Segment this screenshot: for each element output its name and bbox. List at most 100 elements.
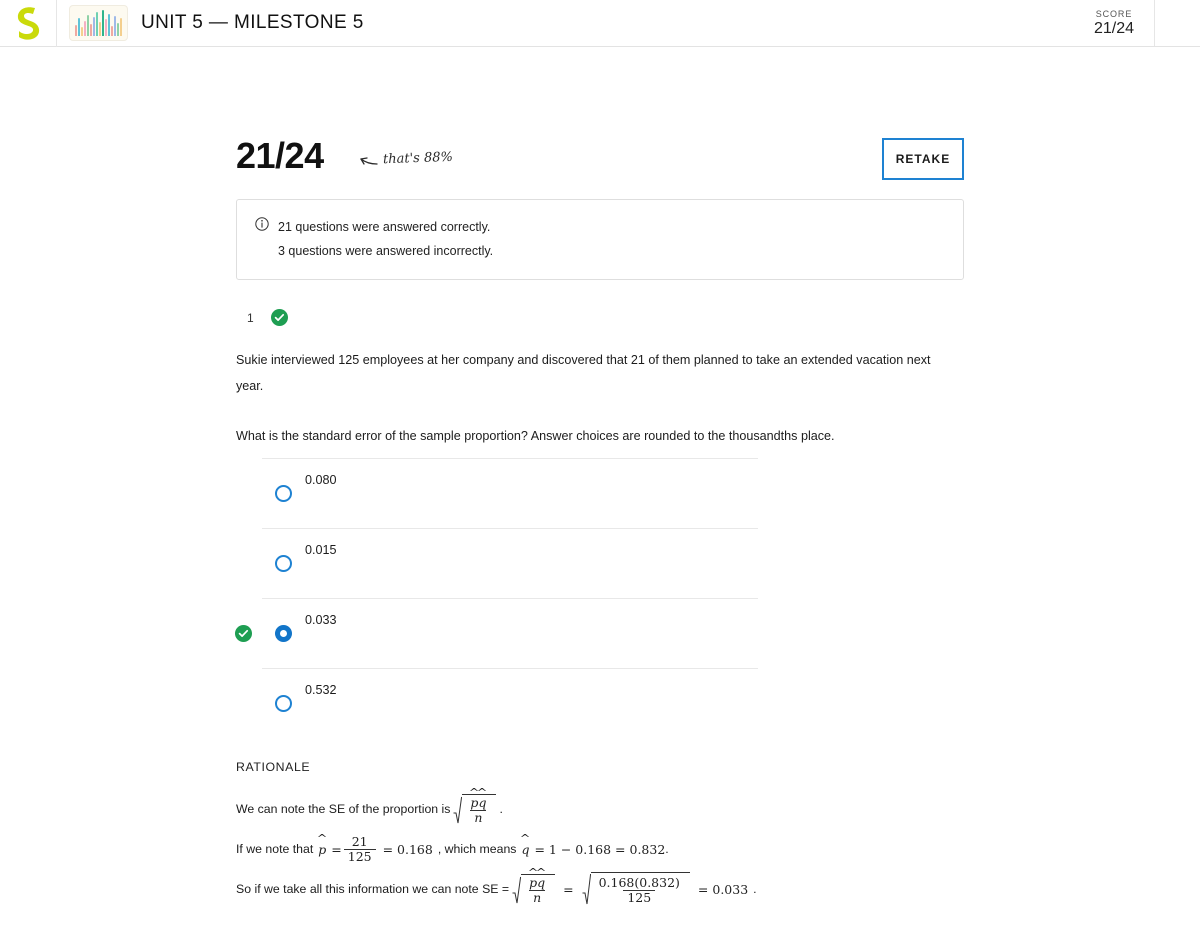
correct-answer-check-icon [235, 625, 252, 642]
fraction-denominator: 125 [343, 848, 376, 864]
thumb-bar [96, 12, 98, 36]
fraction-pq-n: pq n [466, 795, 490, 825]
question-paragraph-2: What is the standard error of the sample… [236, 429, 835, 443]
fraction-denominator: n [470, 809, 487, 825]
answer-choice-label: 0.532 [305, 683, 337, 697]
radical-glyph [453, 796, 463, 823]
rationale-heading: RATIONALE [236, 760, 311, 774]
q-hat-symbol: q [521, 842, 529, 857]
score-value: 21/24 [1093, 20, 1134, 37]
fraction-numerator: 0.168(0.832) [598, 874, 680, 890]
unit-thumbnail-icon [69, 5, 128, 41]
answer-choice-label: 0.080 [305, 473, 337, 487]
header-score: SCORE 21/24 [1094, 0, 1155, 46]
question-paragraph-1: Sukie interviewed 125 employees at her c… [236, 353, 931, 393]
rationale-p-value: = 0.168 [382, 841, 433, 857]
incorrect-count-line: 3 questions were answered incorrectly. [278, 244, 494, 258]
thumb-bar [111, 26, 113, 36]
info-circle-icon [255, 217, 269, 231]
fraction-pq-n: pq n [525, 875, 549, 905]
radicand: 0.168(0.832) 125 [590, 872, 690, 906]
fraction-denominator: n [529, 889, 546, 905]
thumb-bar [84, 21, 86, 36]
thumb-bar [87, 15, 89, 36]
rationale-line-1: We can note the SE of the proportion is … [236, 789, 956, 829]
thumb-bar [105, 19, 107, 36]
rationale-line-2-mid: , which means [437, 842, 517, 856]
rationale-line-3-pre: So if we take all this information we ca… [236, 882, 510, 896]
radical-glyph [512, 876, 522, 903]
answer-choice-option[interactable]: 0.080 [262, 458, 758, 528]
rationale-body: We can note the SE of the proportion is … [236, 789, 956, 909]
radio-button[interactable] [275, 555, 292, 572]
thumb-bar [99, 22, 101, 36]
answer-choice-list: 0.080 0.015 0.033 0.532 [235, 458, 758, 738]
curved-left-arrow-icon [360, 156, 378, 165]
sqrt-numeric: 0.168(0.832) 125 [582, 872, 690, 906]
question-number: 1 [247, 310, 254, 325]
radical-glyph [582, 873, 591, 905]
thumb-bar [90, 24, 92, 36]
page-title: UNIT 5 — MILESTONE 5 [141, 12, 364, 33]
thumb-bar [93, 17, 95, 36]
rationale-line-3-period: . [753, 882, 757, 896]
radio-button-selected[interactable] [275, 625, 292, 642]
radical-sign [453, 794, 463, 825]
question-header: 1 [247, 309, 288, 326]
fraction-numerator: 21 [351, 833, 368, 849]
check-glyph [274, 313, 284, 321]
check-glyph [238, 629, 249, 637]
q-hat-symbol: q [478, 795, 486, 810]
fraction-numerator: pq [466, 795, 490, 810]
rationale-line-3: So if we take all this information we ca… [236, 869, 956, 909]
info-text-block: 21 questions were answered correctly. 3 … [278, 215, 493, 263]
fraction-denominator: 125 [623, 889, 656, 905]
result-summary-row: 21/24 that's 88% RETAKE [236, 135, 964, 183]
sqrt-pq-over-n: pq n [453, 793, 497, 825]
thumb-bar [114, 16, 116, 36]
rationale-line-1-period: . [499, 802, 503, 816]
q-hat-symbol: q [537, 875, 545, 890]
thumb-bar [78, 18, 80, 36]
check-circle-icon [270, 309, 288, 326]
thumb-bar [81, 27, 83, 36]
answer-choice-option[interactable]: 0.015 [262, 528, 758, 598]
thumb-bar [75, 25, 77, 36]
answer-choice-label: 0.033 [305, 613, 337, 627]
brand-logo[interactable] [0, 0, 57, 47]
radicand: pq n [462, 793, 497, 825]
rationale-q-value: = 1 − 0.168 = 0.832 [534, 841, 666, 857]
radical-sign [582, 872, 591, 906]
question-text: Sukie interviewed 125 employees at her c… [236, 347, 946, 449]
radicand: pq n [521, 873, 556, 905]
thumb-bar [102, 10, 104, 36]
retake-button[interactable]: RETAKE [882, 138, 964, 180]
rationale-line-2: If we note that p = 21 125 = 0.168 , whi… [236, 829, 956, 869]
rationale-line-2-pre: If we note that [236, 842, 314, 856]
p-hat-symbol: p [318, 842, 326, 857]
score-label: SCORE [1095, 9, 1133, 19]
sophia-s-logo-icon [17, 7, 40, 40]
radio-button[interactable] [275, 695, 292, 712]
rationale-line-2-period: . [665, 842, 669, 856]
fraction-numeric: 0.168(0.832) 125 [595, 874, 684, 905]
correct-count-line: 21 questions were answered correctly. [278, 220, 491, 234]
percent-annotation: that's 88% [358, 149, 454, 168]
results-info-box: 21 questions were answered correctly. 3 … [236, 199, 964, 280]
sqrt-pq-over-n: pq n [512, 873, 556, 905]
radical-sign [512, 874, 522, 905]
radio-button[interactable] [275, 485, 292, 502]
fraction-numerator: pq [525, 875, 549, 890]
percent-annotation-text: that's 88% [382, 149, 454, 168]
thumb-bar [108, 14, 110, 36]
thumb-bar [120, 18, 122, 36]
result-score: 21/24 [236, 135, 324, 176]
rationale-se-result: = 0.033 [697, 881, 749, 897]
top-header-bar: UNIT 5 — MILESTONE 5 SCORE 21/24 [0, 0, 1200, 47]
answer-choice-label: 0.015 [305, 543, 337, 557]
answer-choice-option[interactable]: 0.532 [262, 668, 758, 738]
thumb-bar [117, 23, 119, 36]
rationale-line-1-text: We can note the SE of the proportion is [236, 802, 451, 816]
fraction-21-125: 21 125 [343, 833, 376, 864]
answer-choice-option[interactable]: 0.033 [235, 598, 758, 668]
